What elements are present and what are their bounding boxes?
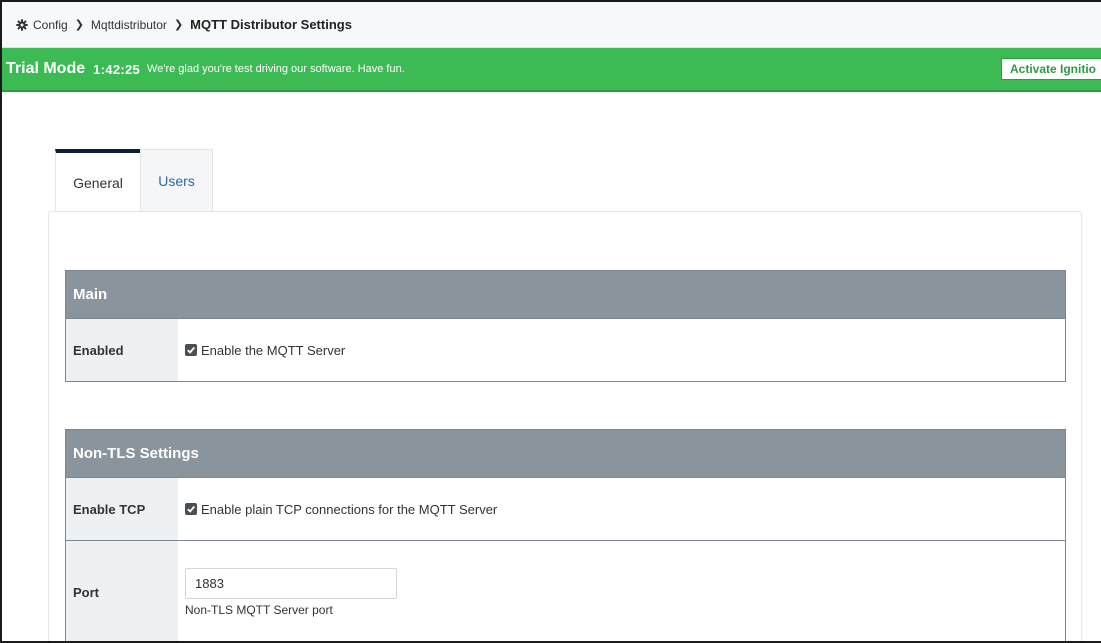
row-enabled: Enabled Enable the MQTT Server — [66, 318, 1065, 381]
enable-tcp-label: Enable TCP — [66, 478, 178, 540]
enabled-cell: Enable the MQTT Server — [178, 319, 1065, 381]
breadcrumb-mqttdistributor[interactable]: Mqttdistributor — [91, 18, 167, 32]
checkmark-icon — [187, 346, 195, 354]
gear-icon — [16, 18, 28, 31]
trial-banner: Trial Mode 1:42:25 We're glad you're tes… — [2, 48, 1101, 92]
tab-bar: General Users — [55, 149, 213, 211]
breadcrumb: Config ❯ Mqttdistributor ❯ MQTT Distribu… — [2, 2, 1101, 48]
chevron-right-icon: ❯ — [173, 19, 184, 31]
tab-general[interactable]: General — [55, 149, 140, 211]
enabled-checkbox-label: Enable the MQTT Server — [201, 342, 346, 358]
row-port: Port Non-TLS MQTT Server port — [66, 540, 1065, 641]
section-non-tls: Non-TLS Settings Enable TCP Enable plain… — [65, 429, 1066, 641]
section-header-non-tls: Non-TLS Settings — [66, 430, 1065, 477]
trial-mode-label: Trial Mode — [6, 60, 86, 77]
enabled-checkbox[interactable] — [185, 344, 197, 356]
section-header-main: Main — [66, 271, 1065, 318]
trial-timer: 1:42:25 — [93, 61, 141, 77]
tab-users[interactable]: Users — [140, 149, 213, 211]
port-input[interactable] — [185, 567, 397, 599]
activate-ignition-button[interactable]: Activate Ignitio — [1000, 58, 1101, 80]
enable-tcp-checkbox-label: Enable plain TCP connections for the MQT… — [201, 501, 498, 517]
chevron-right-icon: ❯ — [74, 19, 84, 31]
app-frame: Config ❯ Mqttdistributor ❯ MQTT Distribu… — [0, 0, 1101, 643]
row-enable-tcp: Enable TCP Enable plain TCP connections … — [66, 477, 1065, 540]
enable-tcp-cell: Enable plain TCP connections for the MQT… — [178, 478, 1065, 540]
enable-tcp-checkbox[interactable] — [185, 503, 197, 515]
breadcrumb-config[interactable]: Config — [33, 18, 68, 32]
checkmark-icon — [187, 505, 195, 513]
port-description: Non-TLS MQTT Server port — [185, 602, 333, 617]
enabled-label: Enabled — [66, 319, 178, 381]
port-label: Port — [66, 541, 178, 641]
trial-message: We're glad you're test driving our softw… — [147, 63, 405, 75]
section-main: Main Enabled Enable the MQTT Server — [65, 270, 1066, 382]
port-cell: Non-TLS MQTT Server port — [178, 541, 1065, 641]
page-title: MQTT Distributor Settings — [190, 17, 352, 32]
